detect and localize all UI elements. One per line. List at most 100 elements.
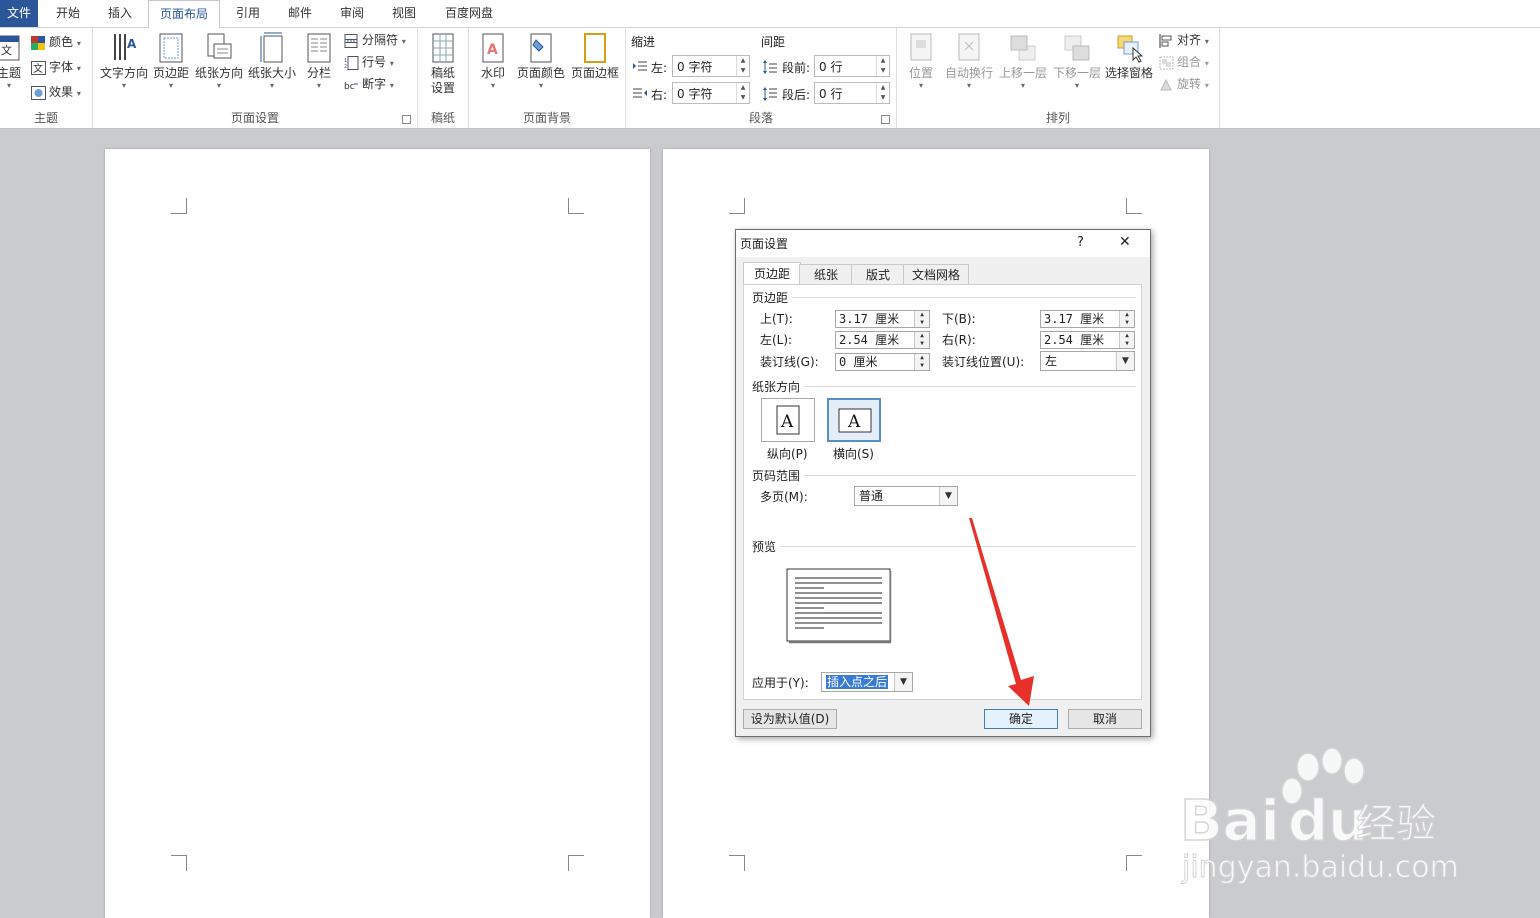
- spin-arrows-icon[interactable]: ▲ ▼: [876, 83, 889, 103]
- chevron-down-icon: ▾: [121, 81, 126, 90]
- theme-effects-button[interactable]: 效果 ▾: [31, 82, 81, 102]
- crop-mark: [171, 198, 187, 214]
- close-icon[interactable]: ✕: [1119, 234, 1131, 250]
- tab-file[interactable]: 文件: [0, 0, 38, 27]
- manuscript-settings-button[interactable]: 稿纸 设置: [422, 32, 464, 96]
- margins-button[interactable]: 页边距 ▾: [151, 32, 191, 91]
- page-setup-dialog: 页面设置 ? ✕ 页边距 纸张 版式 文档网格 页边距 上(T): 3.17 厘…: [735, 229, 1151, 737]
- spin-arrows-icon[interactable]: ▲ ▼: [736, 83, 749, 103]
- crop-mark: [729, 855, 745, 871]
- svg-text:2: 2: [344, 64, 347, 70]
- set-default-button[interactable]: 设为默认值(D): [743, 709, 837, 729]
- divider: [804, 475, 1136, 476]
- watermark-icon: A: [482, 33, 504, 63]
- tab-view[interactable]: 视图: [382, 0, 426, 27]
- selection-pane-button[interactable]: 选择窗格: [1103, 32, 1155, 81]
- gutter-input[interactable]: 0 厘米 ▲ ▼: [835, 353, 930, 371]
- spacing-after-input[interactable]: 0 行 ▲ ▼: [814, 82, 890, 104]
- selection-pane-icon: [1117, 35, 1143, 63]
- tab-page-layout[interactable]: 页面布局: [148, 0, 220, 29]
- multiple-pages-select[interactable]: 普通 ▼: [854, 486, 958, 506]
- theme-colors-button[interactable]: 颜色 ▾: [31, 32, 81, 52]
- tab-insert[interactable]: 插入: [98, 0, 142, 27]
- margins-section: 页边距: [752, 289, 1137, 306]
- tab-review[interactable]: 审阅: [330, 0, 374, 27]
- left-margin-input[interactable]: 2.54 厘米 ▲ ▼: [835, 331, 930, 349]
- indent-left-icon: [633, 61, 647, 71]
- ok-button[interactable]: 确定: [984, 709, 1058, 729]
- bottom-margin-input[interactable]: 3.17 厘米 ▲ ▼: [1040, 310, 1135, 328]
- align-icon: [1159, 33, 1172, 48]
- spin-arrows-icon[interactable]: ▲ ▼: [1119, 311, 1134, 327]
- page-color-button[interactable]: 页面颜色 ▾: [515, 32, 567, 91]
- align-button[interactable]: 对齐 ▾: [1159, 30, 1209, 50]
- help-icon[interactable]: ?: [1077, 235, 1084, 250]
- hyphenation-button[interactable]: bc 断字 ▾: [344, 74, 394, 94]
- group-arrange: 位置 ▾ 自动换行 ▾ 上移一层 ▾ 下移一层 ▾ 选择窗格 对齐 ▾ 组合 ▾: [897, 28, 1220, 128]
- group-label-arrange: 排列: [1045, 111, 1070, 125]
- page-borders-button[interactable]: 页面边框: [569, 32, 621, 81]
- rotate-button[interactable]: 旋转 ▾: [1159, 74, 1209, 94]
- group-label-page-background: 页面背景: [522, 111, 571, 125]
- wrap-text-button[interactable]: 自动换行 ▾: [943, 32, 995, 91]
- indent-left-input[interactable]: 0 字符 ▲ ▼: [672, 55, 750, 77]
- divider: [804, 386, 1136, 387]
- document-page-1[interactable]: [105, 149, 650, 918]
- top-margin-label: 上(T):: [760, 312, 793, 326]
- watermark-button[interactable]: A 水印 ▾: [475, 32, 511, 91]
- chevron-down-icon: ▾: [389, 59, 394, 68]
- cancel-button[interactable]: 取消: [1068, 709, 1142, 729]
- crop-mark: [568, 855, 584, 871]
- spin-arrows-icon[interactable]: ▲ ▼: [914, 332, 929, 348]
- chevron-down-icon: ▾: [1204, 37, 1209, 46]
- apply-to-select[interactable]: 插入点之后 ▼: [821, 672, 913, 692]
- tab-references[interactable]: 引用: [226, 0, 270, 27]
- columns-button[interactable]: 分栏 ▾: [301, 32, 337, 91]
- orientation-button[interactable]: 纸张方向 ▾: [194, 32, 244, 91]
- spin-arrows-icon[interactable]: ▲ ▼: [876, 56, 889, 76]
- tab-mailings[interactable]: 邮件: [278, 0, 322, 27]
- position-button[interactable]: 位置 ▾: [903, 32, 939, 91]
- chevron-down-icon: ▾: [1204, 81, 1209, 90]
- preview-section: 预览: [752, 538, 1137, 555]
- tab-paper[interactable]: 纸张: [799, 264, 853, 285]
- size-button[interactable]: 纸张大小 ▾: [246, 32, 298, 91]
- send-backward-button[interactable]: 下移一层 ▾: [1051, 32, 1103, 91]
- svg-text:bc: bc: [344, 82, 355, 92]
- gutter-position-select[interactable]: 左 ▼: [1040, 351, 1135, 371]
- group-icon: [1159, 56, 1174, 69]
- crop-mark: [1126, 855, 1142, 871]
- theme-button[interactable]: 文 主题 ▾: [0, 32, 24, 91]
- bring-forward-icon: [1010, 35, 1036, 61]
- chevron-down-icon: ▾: [316, 81, 321, 90]
- theme-fonts-button[interactable]: 文字体 ▾: [31, 57, 81, 77]
- line-numbers-button[interactable]: 1 2 行号 ▾: [344, 52, 394, 72]
- right-margin-input[interactable]: 2.54 厘米 ▲ ▼: [1040, 331, 1135, 349]
- landscape-option[interactable]: A: [827, 398, 881, 442]
- spacing-before-icon: [763, 60, 777, 74]
- group-button[interactable]: 组合 ▾: [1159, 52, 1209, 72]
- spin-arrows-icon[interactable]: ▲ ▼: [736, 56, 749, 76]
- tab-baidu-netdisk[interactable]: 百度网盘: [436, 0, 502, 27]
- tab-document-grid[interactable]: 文档网格: [903, 264, 969, 285]
- spin-arrows-icon[interactable]: ▲ ▼: [914, 354, 929, 370]
- top-margin-input[interactable]: 3.17 厘米 ▲ ▼: [835, 310, 930, 328]
- indent-right-input[interactable]: 0 字符 ▲ ▼: [672, 82, 750, 104]
- spin-arrows-icon[interactable]: ▲ ▼: [914, 311, 929, 327]
- spacing-before-input[interactable]: 0 行 ▲ ▼: [814, 55, 890, 77]
- tab-margins[interactable]: 页边距: [743, 262, 801, 285]
- portrait-option[interactable]: A: [761, 398, 815, 442]
- spin-arrows-icon[interactable]: ▲ ▼: [1119, 332, 1134, 348]
- page-color-icon: [530, 33, 552, 63]
- text-direction-button[interactable]: A 文字方向 ▾: [99, 32, 149, 91]
- tab-home[interactable]: 开始: [46, 0, 90, 27]
- chevron-down-icon: ▼: [894, 673, 912, 691]
- breaks-button[interactable]: 分隔符 ▾: [344, 30, 406, 50]
- chevron-down-icon: ▾: [269, 81, 274, 90]
- tab-layout[interactable]: 版式: [851, 264, 905, 285]
- landscape-label: 横向(S): [833, 447, 874, 461]
- group-paragraph: 缩进 间距 左: 0 字符 ▲ ▼ 右: 0 字符 ▲ ▼ 段前: 0 行 ▲ ▼ 段后: …: [626, 28, 897, 128]
- chevron-down-icon: ▼: [1116, 352, 1134, 370]
- page-borders-icon: [584, 33, 606, 63]
- bring-forward-button[interactable]: 上移一层 ▾: [997, 32, 1049, 91]
